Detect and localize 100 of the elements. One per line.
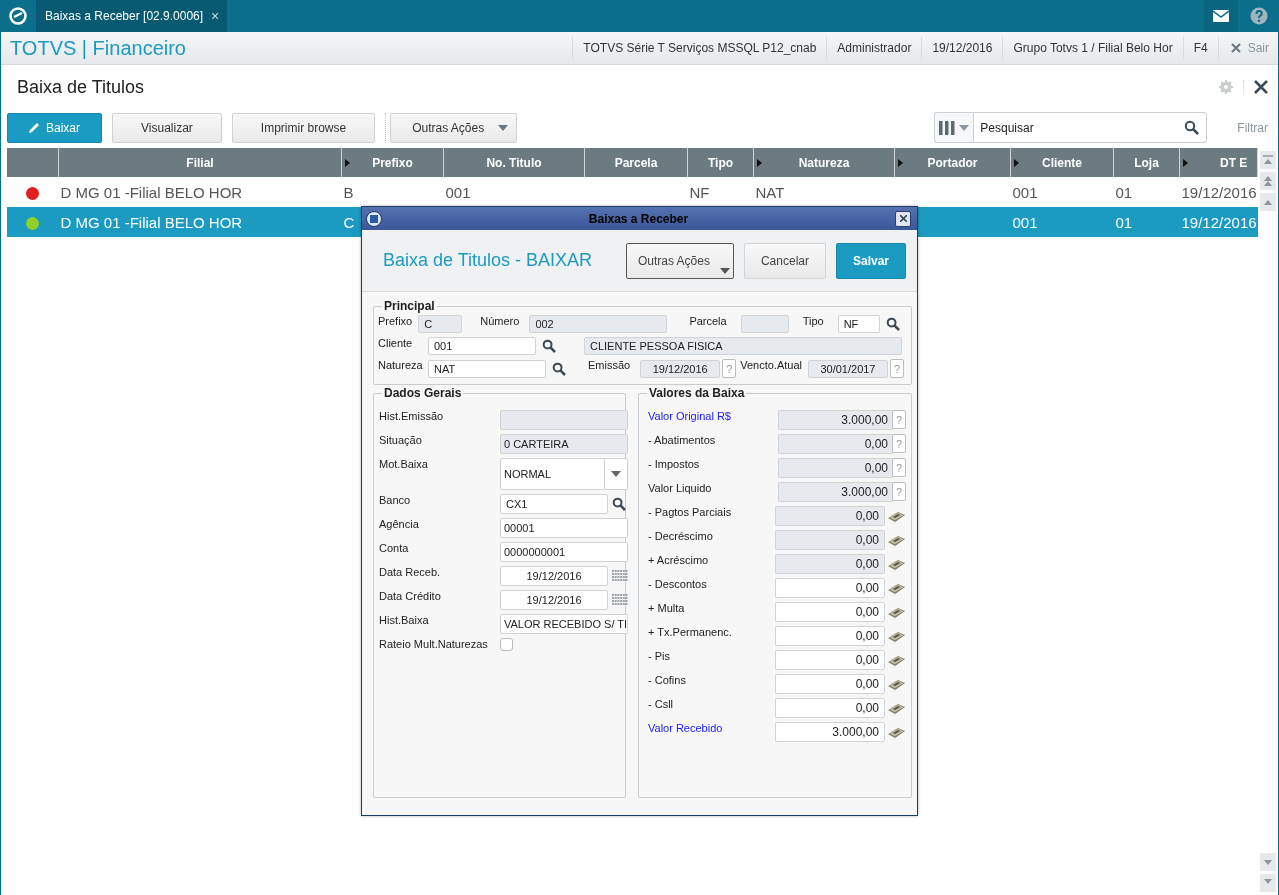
input-field[interactable]: 0,00 xyxy=(775,698,885,718)
input-field[interactable]: 00001 xyxy=(500,518,628,538)
field-label: Número xyxy=(480,315,520,327)
input-field[interactable]: NAT xyxy=(428,359,546,378)
field-label: - Decréscimo xyxy=(648,530,713,542)
input-field[interactable]: CX1 xyxy=(500,494,608,514)
column-header[interactable]: Parcela xyxy=(584,148,688,177)
field-label: - Impostos xyxy=(648,458,700,470)
field-label: Data Crédito xyxy=(379,590,442,602)
header-info: TOTVS Série T Serviços MSSQL P12_cnab xyxy=(572,37,827,59)
logo-icon xyxy=(9,7,27,25)
calculator-icon[interactable] xyxy=(887,558,906,571)
field-label: Valor Recebido xyxy=(648,722,723,734)
table-cell: D MG 01 -Filial BELO HOR xyxy=(60,183,243,201)
input-field[interactable]: 0,00 xyxy=(775,674,885,694)
input-field[interactable]: 001 xyxy=(428,337,536,355)
input-field[interactable]: NF xyxy=(837,315,880,333)
pencil-icon xyxy=(29,122,40,133)
toolbar-button[interactable]: Visualizar xyxy=(112,112,222,143)
caret-icon xyxy=(719,267,730,274)
field-label: + Multa xyxy=(648,602,685,614)
calculator-icon[interactable] xyxy=(887,726,906,739)
dialog-heading: Baixa de Titulos - BAIXAR xyxy=(383,250,593,271)
field-label: - Pis xyxy=(648,650,670,662)
input-field: 002 xyxy=(529,315,668,333)
field-label: Banco xyxy=(379,494,412,506)
field-label: Parcela xyxy=(689,315,727,327)
input-field[interactable]: 0000000001 xyxy=(500,542,628,562)
calculator-icon[interactable] xyxy=(887,630,906,643)
table-cell: D MG 01 -Filial BELO HOR xyxy=(60,213,243,231)
column-header[interactable]: Loja xyxy=(1113,148,1180,177)
column-header[interactable]: No. Titulo xyxy=(443,148,585,177)
checkbox[interactable] xyxy=(500,638,513,651)
input-field[interactable]: 3.000,00 xyxy=(775,722,885,742)
header-info: Administrador xyxy=(826,37,922,59)
calculator-icon[interactable] xyxy=(887,678,906,691)
calculator-icon[interactable] xyxy=(887,510,906,523)
input-field: 0,00 xyxy=(778,434,894,454)
field-label: Situação xyxy=(379,434,423,446)
columns-button[interactable] xyxy=(934,112,974,143)
field-label: Prefixo xyxy=(378,315,413,327)
field-label: Emissão xyxy=(588,359,631,371)
search-field[interactable]: Pesquisar xyxy=(973,112,1208,143)
table-cell: 001 xyxy=(445,183,471,201)
input-field: CLIENTE PESSOA FISICA xyxy=(584,337,902,355)
input-field[interactable]: 19/12/2016 xyxy=(500,590,608,610)
calculator-icon[interactable] xyxy=(887,534,906,547)
column-header[interactable]: Tipo xyxy=(687,148,754,177)
dropdown-button[interactable]: Outras Ações xyxy=(625,242,734,279)
close-button[interactable] xyxy=(895,210,911,227)
app-tab[interactable]: Baixas a Receber [02.9.0006] × xyxy=(36,0,228,32)
close-tab-button[interactable]: × xyxy=(211,8,220,24)
search-icon[interactable] xyxy=(885,317,900,331)
calculator-icon[interactable] xyxy=(887,702,906,715)
header-info: F4 xyxy=(1182,37,1218,59)
input-field: 0 CARTEIRA xyxy=(500,434,628,454)
table-cell: 01 xyxy=(1115,183,1133,201)
columns-icon xyxy=(939,120,956,135)
column-header[interactable]: Portador xyxy=(894,148,1011,177)
section-title: Valores da Baixa xyxy=(647,386,747,400)
calculator-icon[interactable] xyxy=(887,582,906,595)
calculator-icon[interactable] xyxy=(887,654,906,667)
column-header[interactable]: Prefixo xyxy=(341,148,444,177)
field-label: Hist.Emissão xyxy=(379,410,445,422)
search-icon[interactable] xyxy=(552,361,566,376)
field-label: Conta xyxy=(379,542,410,554)
search-icon[interactable] xyxy=(1184,120,1200,135)
input-field[interactable]: 19/12/2016 xyxy=(500,566,608,586)
dialog-button[interactable]: Cancelar xyxy=(743,242,826,279)
field-label: Tipo xyxy=(802,315,824,327)
header-info: 19/12/2016 xyxy=(921,37,1003,59)
table-row[interactable]: D MG 01 -Filial BELO HOR B 001 NF NAT 001 01 19/12/2016 xyxy=(7,177,1258,207)
calculator-icon[interactable] xyxy=(887,606,906,619)
table-cell: C xyxy=(343,213,355,231)
search-icon[interactable] xyxy=(612,497,626,511)
column-header[interactable]: Natureza xyxy=(753,148,895,177)
field-label: Valor Liquido xyxy=(648,482,712,494)
dropdown-button[interactable]: Outras Ações xyxy=(390,112,518,143)
column-header[interactable]: DT E xyxy=(1179,148,1258,177)
table-cell: NF xyxy=(689,183,710,201)
app-icon xyxy=(366,210,382,227)
column-header[interactable]: Cliente xyxy=(1010,148,1114,177)
input-field[interactable]: VALOR RECEBIDO S/ TI xyxy=(500,614,628,634)
mail-button[interactable] xyxy=(1204,0,1238,32)
input-field[interactable]: 0,00 xyxy=(775,602,885,622)
input-field[interactable]: 0,00 xyxy=(775,650,885,670)
column-header[interactable]: Filial xyxy=(58,148,342,177)
field-label: Mot.Baixa xyxy=(379,458,429,470)
input-field: 30/01/2017 xyxy=(807,359,888,378)
input-field[interactable]: 0,00 xyxy=(775,578,885,598)
table-cell: 001 xyxy=(1012,183,1038,201)
search-icon[interactable] xyxy=(542,339,556,353)
dropdown-field[interactable]: NORMAL xyxy=(500,458,628,490)
close-icon[interactable] xyxy=(1254,80,1268,94)
caret-icon xyxy=(959,124,970,131)
help-icon[interactable] xyxy=(1250,7,1268,25)
input-field[interactable]: 0,00 xyxy=(775,626,885,646)
field-label: Vencto.Atual xyxy=(740,359,802,371)
toolbar-button[interactable]: Imprimir browse xyxy=(231,112,376,143)
table-cell: NAT xyxy=(755,183,785,201)
